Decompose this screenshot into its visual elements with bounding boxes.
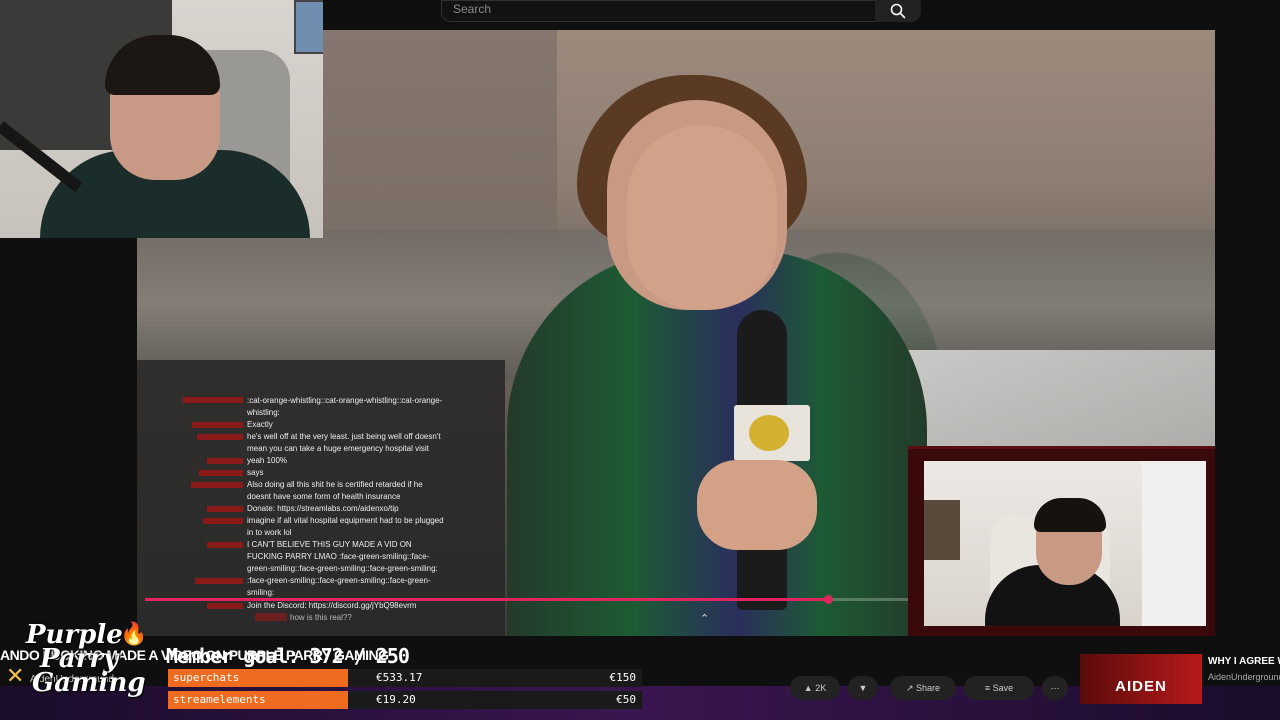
streamer-facecam — [0, 0, 323, 238]
crossed-swords-icon: ✕ — [6, 664, 25, 689]
chat-message-text: I CAN'T BELIEVE THIS GUY MADE A VID ON F… — [247, 540, 438, 573]
guest-facecam-door — [1142, 461, 1206, 626]
video-scrubber-handle[interactable] — [823, 595, 833, 604]
chat-message: :cat-orange-whistling::cat-orange-whistl… — [137, 395, 505, 419]
chat-message: I CAN'T BELIEVE THIS GUY MADE A VID ON F… — [137, 539, 505, 575]
donation-amount: €533.17 — [376, 671, 423, 684]
purple-parry-gaming-logo: Purple 🔥 Parry ✕ AidenUnderground Gaming — [4, 620, 164, 716]
chat-last-message: how is this real?? — [290, 613, 352, 622]
chat-message-text: imagine if all vital hospital equipment … — [247, 516, 444, 537]
like-button[interactable]: ▲ 2K — [790, 676, 840, 700]
search-input[interactable] — [441, 0, 877, 22]
chat-message-text: Donate: https://streamlabs.com/aidenxo/t… — [247, 504, 399, 513]
recommended-channel[interactable]: AidenUnderground — [1208, 672, 1280, 682]
fire-icon: 🔥 — [120, 622, 148, 647]
chat-message-text: Also doing all this shit he is certified… — [247, 480, 423, 501]
chat-message: he's well off at the very least. just be… — [137, 431, 505, 455]
dislike-button[interactable]: ▼ — [848, 676, 878, 700]
chat-last-username — [255, 613, 287, 621]
facecam-picture-frame — [294, 0, 323, 54]
member-goal: Member goal: 372 / 250 — [166, 644, 410, 668]
chat-message-text: :face-green-smiling::face-green-smiling:… — [247, 576, 431, 597]
video-person-hand — [697, 460, 817, 550]
search-placeholder: Search — [453, 2, 492, 16]
save-button[interactable]: ≡ Save — [964, 676, 1034, 700]
chat-message-text: yeah 100% — [247, 456, 288, 465]
chat-message-text: he's well off at the very least. just be… — [247, 432, 441, 453]
video-progress-fill — [145, 598, 828, 601]
mic-flag-logo — [749, 415, 789, 451]
chat-message: Also doing all this shit he is certified… — [137, 479, 505, 503]
chat-message-text: says — [247, 468, 264, 477]
search-button[interactable] — [875, 0, 921, 22]
video-person-face — [627, 125, 777, 310]
donation-bar-superchats: superchats €533.17 €150 — [168, 669, 642, 687]
donation-amount: €19.20 — [376, 693, 416, 706]
share-button[interactable]: ↗ Share — [890, 676, 956, 700]
chat-message: :face-green-smiling::face-green-smiling:… — [137, 575, 505, 599]
donation-bar-streamelements: streamelements €19.20 €50 — [168, 691, 642, 709]
chat-message: imagine if all vital hospital equipment … — [137, 515, 505, 539]
chat-message-text: :cat-orange-whistling::cat-orange-whistl… — [247, 396, 443, 417]
guest-facecam-hair — [1034, 498, 1106, 532]
more-button[interactable]: ⋯ — [1042, 676, 1068, 700]
chat-overlay: :cat-orange-whistling::cat-orange-whistl… — [137, 360, 505, 636]
donation-label: streamelements — [173, 693, 266, 706]
chat-message-text: Join the Discord: https://discord.gg/jYb… — [247, 601, 417, 610]
donation-goal: €50 — [616, 693, 636, 706]
right-margin — [1215, 30, 1280, 636]
recommended-thumbnail[interactable]: AIDEN — [1080, 654, 1202, 704]
donation-label: superchats — [173, 671, 240, 684]
search-icon — [890, 3, 906, 19]
logo-text-line3: Gaming — [32, 668, 146, 698]
guest-facecam-shelf — [924, 500, 960, 560]
chevron-up-icon[interactable]: ⌃ — [700, 612, 709, 625]
chat-message-text: Exactly — [247, 420, 273, 429]
recommended-title[interactable]: WHY I AGREE W — [1208, 656, 1280, 667]
donation-goal: €150 — [609, 671, 637, 684]
